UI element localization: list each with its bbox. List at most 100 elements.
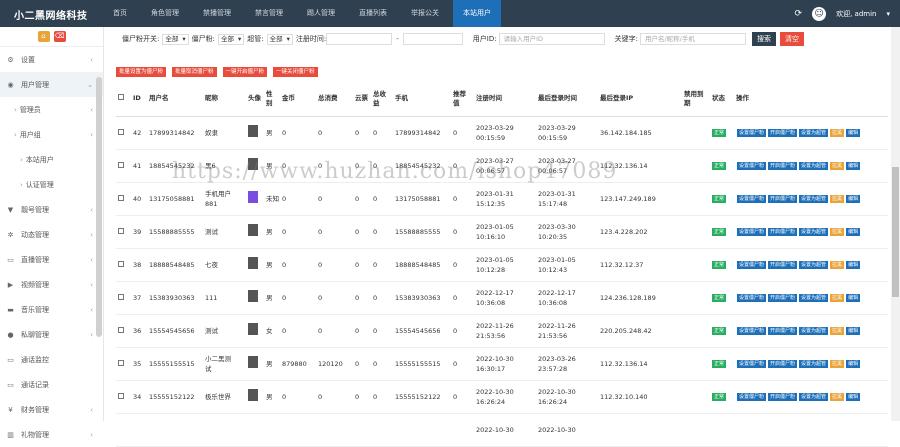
op-button-1[interactable]: 开启僵尸粉 [768,194,798,203]
op-button-1[interactable]: 开启僵尸粉 [768,128,798,137]
edit-button[interactable]: 编辑 [846,128,861,137]
sidebar-item-6[interactable]: ▼ 靓号管理 ‹ [0,197,103,222]
page-scrollbar[interactable] [891,27,900,421]
op-button-0[interactable]: 设置僵尸粉 [737,194,767,203]
sidebar-scrollbar[interactable] [96,77,102,337]
fan-filter-select[interactable]: 全部 ▾ [217,33,245,45]
row-checkbox[interactable] [118,194,124,201]
sidebar-item-10[interactable]: ▬ 音乐管理 ‹ [0,297,103,322]
row-checkbox[interactable] [118,227,124,234]
edit-button[interactable]: 编辑 [846,392,861,401]
op-button-2[interactable]: 设置为超管 [799,161,829,170]
trash-icon[interactable]: ⌫ [53,31,66,42]
sidebar-item-13[interactable]: ▭ 通话记录 [0,372,103,397]
refresh-icon[interactable]: ⟳ [795,9,803,19]
sidebar-item-15[interactable]: ▥ 礼物管理 ‹ [0,422,103,447]
sidebar-item-7[interactable]: ✲ 动态管理 ‹ [0,222,103,247]
sidebar-item-9[interactable]: ▶ 视频管理 ‹ [0,272,103,297]
op-button-2[interactable]: 设置为超管 [799,359,829,368]
op-button-0[interactable]: 设置僵尸粉 [737,128,767,137]
op-button-1[interactable]: 开启僵尸粉 [768,392,798,401]
op-button-0[interactable]: 设置僵尸粉 [737,392,767,401]
bulk-action-button-0[interactable]: 批量设置为僵尸粉 [116,67,167,77]
sidebar-item-1[interactable]: ◉ 用户管理 ⌄ [0,72,103,97]
nav-tab-1[interactable]: 角色管理 [141,0,189,27]
op-button-2[interactable]: 设置为超管 [799,293,829,302]
home-icon[interactable]: ⌂ [37,31,50,42]
op-button-1[interactable]: 开启僵尸粉 [768,326,798,335]
sidebar-item-4[interactable]: › 本站用户 [0,147,103,172]
nav-tab-2[interactable]: 禁播管理 [193,0,241,27]
select-all-checkbox[interactable] [118,94,124,101]
row-checkbox[interactable] [118,326,124,333]
bulk-action-button-3[interactable]: 一键关闭僵尸粉 [273,67,318,77]
sidebar-item-5[interactable]: › 认证管理 [0,172,103,197]
nav-tab-6[interactable]: 举报公关 [401,0,449,27]
op-button-0[interactable]: 设置僵尸粉 [737,227,767,236]
page-scrollbar-thumb[interactable] [892,167,899,297]
op-button-2[interactable]: 设置为超管 [799,194,829,203]
reset-button[interactable]: 清空 [779,32,804,46]
nav-tab-4[interactable]: 踢人管理 [297,0,345,27]
op-button-0[interactable]: 设置僵尸粉 [737,359,767,368]
op-button-0[interactable]: 设置僵尸粉 [737,260,767,269]
row-checkbox[interactable] [118,260,124,267]
blacklist-button[interactable]: 拉黑 [830,227,845,236]
blacklist-button[interactable]: 拉黑 [830,194,845,203]
edit-button[interactable]: 编辑 [846,260,861,269]
sidebar-item-8[interactable]: ▭ 直播管理 ‹ [0,247,103,272]
avatar[interactable]: ☺ [812,6,827,21]
op-button-0[interactable]: 设置僵尸粉 [737,293,767,302]
bulk-action-button-2[interactable]: 一键开启僵尸粉 [222,67,268,77]
op-button-2[interactable]: 设置为超管 [799,392,829,401]
edit-button[interactable]: 编辑 [846,359,861,368]
row-checkbox[interactable] [118,128,124,135]
nav-tab-7[interactable]: 本站用户 [453,0,501,27]
op-button-1[interactable]: 开启僵尸粉 [768,359,798,368]
nav-tab-0[interactable]: 首页 [103,0,137,27]
row-checkbox[interactable] [118,392,124,399]
sidebar-item-2[interactable]: › 管理员 ‹ [0,97,103,122]
uid-input[interactable]: 请输入用户ID [498,33,605,45]
op-button-1[interactable]: 开启僵尸粉 [768,260,798,269]
search-button[interactable]: 搜索 [751,32,776,46]
edit-button[interactable]: 编辑 [846,194,861,203]
op-button-2[interactable]: 设置为超管 [799,227,829,236]
blacklist-button[interactable]: 拉黑 [830,128,845,137]
user-menu[interactable]: 欢迎, admin [836,9,876,19]
sidebar-item-14[interactable]: ¥ 财务管理 ‹ [0,397,103,422]
blacklist-button[interactable]: 拉黑 [830,293,845,302]
edit-button[interactable]: 编辑 [846,326,861,335]
op-button-1[interactable]: 开启僵尸粉 [768,161,798,170]
op-button-2[interactable]: 设置为超管 [799,326,829,335]
edit-button[interactable]: 编辑 [846,293,861,302]
super-filter-select[interactable]: 全部 ▾ [266,33,293,45]
bulk-action-button-1[interactable]: 批量取消僵尸粉 [172,67,217,77]
reg-start-input[interactable] [326,33,393,45]
sidebar-item-11[interactable]: ● 私聊管理 ‹ [0,322,103,347]
blacklist-button[interactable]: 拉黑 [830,359,845,368]
row-checkbox[interactable] [118,161,124,168]
nav-tab-5[interactable]: 直播列表 [349,0,397,27]
op-button-2[interactable]: 设置为超管 [799,260,829,269]
op-button-1[interactable]: 开启僵尸粉 [768,227,798,236]
blacklist-button[interactable]: 拉黑 [830,392,845,401]
op-button-1[interactable]: 开启僵尸粉 [768,293,798,302]
blacklist-button[interactable]: 拉黑 [830,161,845,170]
op-button-0[interactable]: 设置僵尸粉 [737,161,767,170]
blacklist-button[interactable]: 拉黑 [830,326,845,335]
reg-end-input[interactable] [402,33,463,45]
op-button-0[interactable]: 设置僵尸粉 [737,326,767,335]
nav-tab-3[interactable]: 禁言管理 [245,0,293,27]
sidebar-item-12[interactable]: ▭ 通话监控 [0,347,103,372]
sidebar-item-3[interactable]: › 用户组 ‹ [0,122,103,147]
blacklist-button[interactable]: 拉黑 [830,260,845,269]
op-button-2[interactable]: 设置为超管 [799,128,829,137]
chevron-down-icon[interactable]: ▾ [886,10,890,18]
row-checkbox[interactable] [118,293,124,300]
keyword-input[interactable]: 用户名/昵称/手机 [639,33,746,45]
sidebar-item-0[interactable]: ⚙ 设置 ‹ [0,47,103,72]
edit-button[interactable]: 编辑 [846,161,861,170]
edit-button[interactable]: 编辑 [846,227,861,236]
vip-filter-select[interactable]: 全部 ▾ [162,33,189,45]
